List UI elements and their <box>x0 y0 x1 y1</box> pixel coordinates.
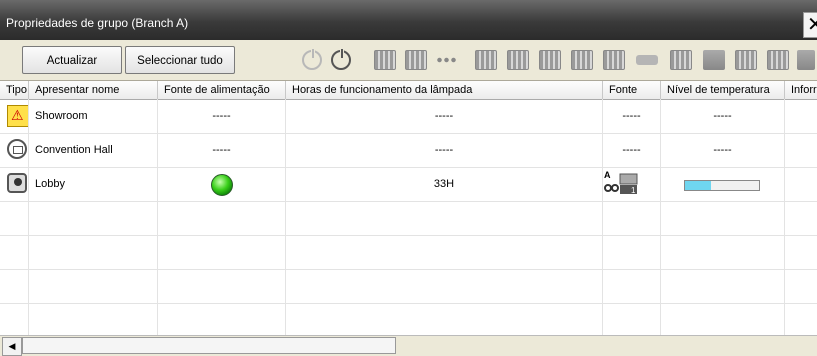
title-bar: Propriedades de grupo (Branch A) ✕ <box>0 0 817 40</box>
header-type[interactable]: Tipo <box>0 81 29 99</box>
projector-icon <box>7 173 27 193</box>
source-computer2-icon[interactable] <box>405 50 427 70</box>
source-value: ----- <box>603 133 661 167</box>
lamp-hours-value: 33H <box>286 167 603 201</box>
empty-row <box>0 269 817 304</box>
source-a-computer1-icon: A 1 <box>604 170 638 195</box>
scroll-left-arrow-icon[interactable]: ◀ <box>2 337 22 356</box>
power-value: ----- <box>158 99 286 133</box>
list-item[interactable]: Showroom ----- ----- ----- ----- <box>0 99 817 134</box>
header-source[interactable]: Fonte <box>603 81 661 99</box>
header-power[interactable]: Fonte de alimentação <box>158 81 286 99</box>
list-header: Tipo Apresentar nome Fonte de alimentaçã… <box>0 81 817 100</box>
svg-text:1: 1 <box>631 186 636 195</box>
source-video-icon[interactable] <box>475 50 497 70</box>
header-lamp-hours[interactable]: Horas de funcionamento da lâmpada <box>286 81 603 99</box>
source-value: ----- <box>603 99 661 133</box>
info-cell <box>785 99 817 133</box>
network-icon[interactable] <box>703 50 725 70</box>
source-input1-icon[interactable] <box>571 50 593 70</box>
more-options-icon[interactable] <box>436 50 458 70</box>
horizontal-scrollbar[interactable]: ◀ <box>0 335 817 356</box>
empty-row <box>0 235 817 270</box>
source-input2-icon[interactable] <box>603 50 625 70</box>
toolbar: Actualizar Seleccionar tudo <box>0 40 817 81</box>
temperature-value: ----- <box>661 99 785 133</box>
refresh-button[interactable]: Actualizar <box>22 46 122 74</box>
lamp-hours-value: ----- <box>286 133 603 167</box>
device-name: Showroom <box>29 99 158 133</box>
list-item[interactable]: Convention Hall ----- ----- ----- ----- <box>0 133 817 168</box>
header-name[interactable]: Apresentar nome <box>29 81 158 99</box>
svg-text:A: A <box>604 170 611 180</box>
power-off-icon[interactable] <box>331 48 351 70</box>
temperature-value: ----- <box>661 133 785 167</box>
temperature-level-fill <box>685 181 711 190</box>
power-on-icon[interactable] <box>302 48 322 70</box>
wireless-icon[interactable] <box>797 50 815 70</box>
warning-icon <box>7 99 28 132</box>
monitor-icon <box>7 139 27 159</box>
empty-row <box>0 201 817 236</box>
mp-icon[interactable] <box>670 50 692 70</box>
source-component-icon[interactable] <box>539 50 561 70</box>
temperature-level-bar <box>684 180 760 191</box>
list-item[interactable]: Lobby 33H A 1 <box>0 167 817 202</box>
projector-list: Tipo Apresentar nome Fonte de alimentaçã… <box>0 81 817 355</box>
green-led-icon <box>211 174 233 196</box>
aspect-icon[interactable] <box>767 50 789 70</box>
close-icon: ✕ <box>807 14 817 36</box>
device-name: Lobby <box>29 167 158 201</box>
empty-row <box>0 303 817 338</box>
window-title: Propriedades de grupo (Branch A) <box>6 16 189 30</box>
info-cell <box>785 133 817 167</box>
power-value: ----- <box>158 133 286 167</box>
freeze-icon[interactable] <box>735 50 757 70</box>
scroll-thumb[interactable] <box>22 337 396 354</box>
source-svideo-icon[interactable] <box>507 50 529 70</box>
header-temperature[interactable]: Nível de temperatura <box>661 81 785 99</box>
select-all-button[interactable]: Seleccionar tudo <box>125 46 235 74</box>
mute-bar-icon[interactable] <box>636 55 658 65</box>
source-computer1-icon[interactable] <box>374 50 396 70</box>
info-cell <box>785 167 817 201</box>
lamp-hours-value: ----- <box>286 99 603 133</box>
close-button[interactable]: ✕ <box>803 12 817 38</box>
header-info[interactable]: Inforr <box>785 81 817 99</box>
device-name: Convention Hall <box>29 133 158 167</box>
